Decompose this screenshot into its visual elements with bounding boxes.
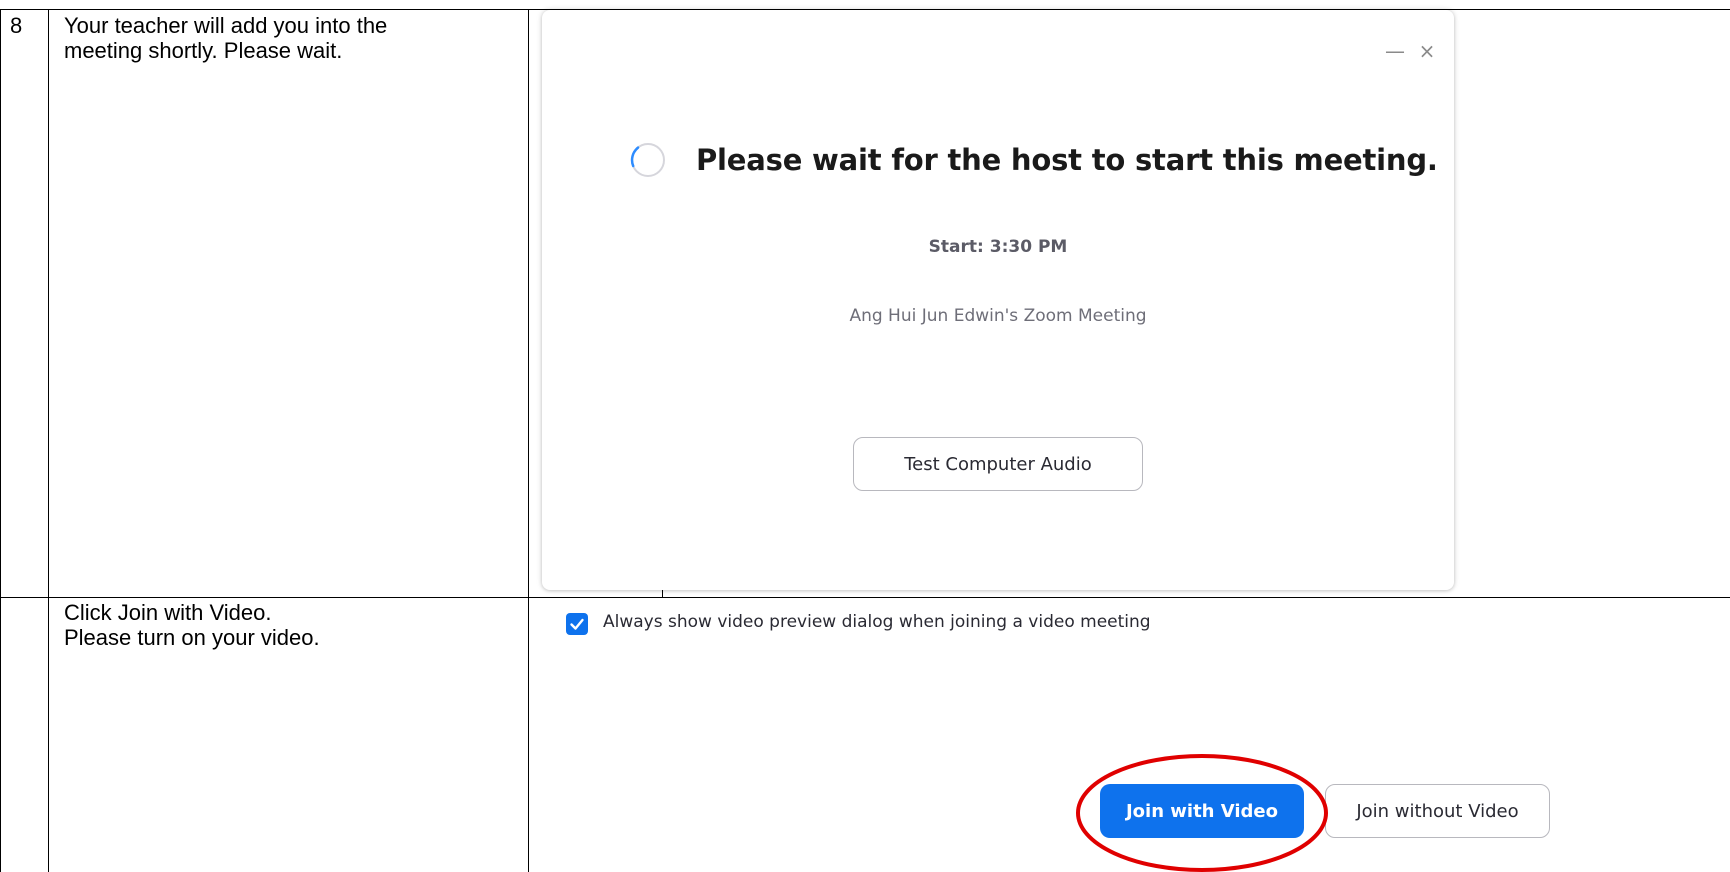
instruction-join: Click Join with Video. Please turn on yo… [64, 600, 320, 650]
number-column-divider [48, 9, 49, 872]
waiting-for-host-dialog: — × Please wait for the host to start th… [542, 10, 1454, 590]
loading-spinner-icon [630, 143, 665, 177]
checkmark-icon [570, 618, 584, 630]
status-title: Please wait for the host to start this m… [696, 143, 1438, 177]
join-with-video-button[interactable]: Join with Video [1100, 784, 1304, 838]
join-without-video-button[interactable]: Join without Video [1325, 784, 1550, 838]
minimize-icon[interactable]: — [1382, 38, 1408, 64]
test-computer-audio-button[interactable]: Test Computer Audio [853, 437, 1143, 491]
row-number: 8 [10, 13, 23, 38]
table-left-border [0, 9, 1, 872]
meeting-name: Ang Hui Jun Edwin's Zoom Meeting [849, 306, 1147, 326]
row-divider [0, 597, 1730, 598]
close-icon[interactable]: × [1414, 38, 1440, 64]
video-preview-label[interactable]: Always show video preview dialog when jo… [603, 612, 1151, 632]
instruction-wait: Your teacher will add you into the meeti… [64, 13, 388, 63]
start-time: Start: 3:30 PM [928, 237, 1068, 257]
video-preview-checkbox[interactable] [566, 613, 588, 635]
content-column-divider [528, 9, 529, 872]
